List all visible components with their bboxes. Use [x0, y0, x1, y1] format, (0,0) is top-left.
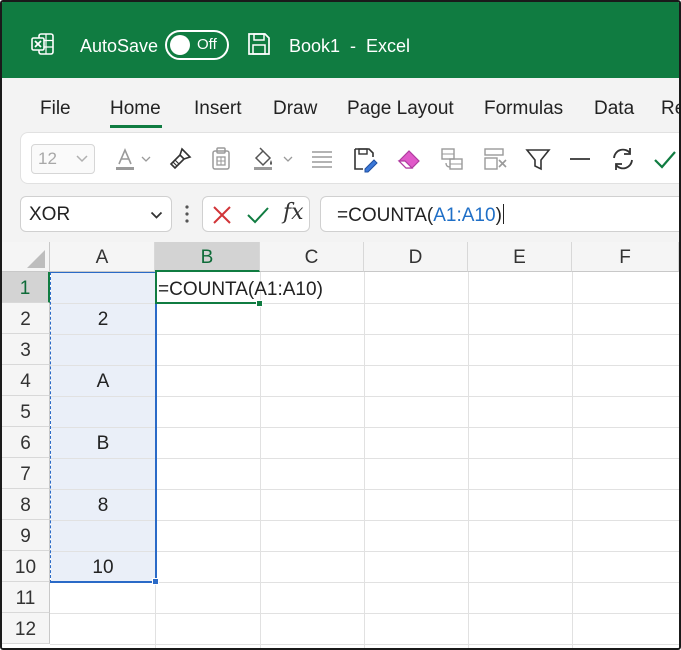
autosave-label: AutoSave [80, 36, 159, 56]
paste-values-icon[interactable] [207, 145, 235, 173]
gridline [572, 272, 573, 648]
document-title: Book1 - Excel [289, 36, 411, 56]
row-header-12[interactable]: 12 [2, 613, 50, 644]
menu-draw[interactable]: Draw [273, 98, 317, 120]
menu-review[interactable]: Re [661, 98, 679, 120]
row-header-5[interactable]: 5 [2, 396, 50, 427]
column-header-b[interactable]: B [155, 242, 260, 272]
worksheet-grid[interactable]: A B C D E F 1 2 3 4 5 6 7 8 9 10 11 12 2… [2, 242, 679, 648]
row-header-3[interactable]: 3 [2, 334, 50, 365]
autosave-state: Off [197, 36, 217, 53]
gridline [260, 272, 261, 648]
row-header-6[interactable]: 6 [2, 427, 50, 458]
ribbon-area: 12 [2, 128, 679, 190]
column-header-d[interactable]: D [364, 242, 468, 272]
title-bar: AutoSave Off Book1 - Excel [2, 2, 679, 78]
column-header-c[interactable]: C [260, 242, 364, 272]
autosave-toggle[interactable]: Off [165, 30, 229, 60]
delete-cells-icon[interactable] [481, 145, 509, 173]
menu-insert[interactable]: Insert [194, 98, 242, 120]
row-header-11[interactable]: 11 [2, 582, 50, 613]
menu-file[interactable]: File [40, 98, 71, 120]
column-header-a[interactable]: A [50, 242, 155, 272]
referenced-range-border [50, 272, 157, 583]
chevron-down-icon[interactable] [150, 210, 163, 220]
row-header-8[interactable]: 8 [2, 489, 50, 520]
name-box-value: XOR [29, 204, 71, 225]
refresh-icon[interactable] [609, 145, 637, 173]
row-header-2[interactable]: 2 [2, 303, 50, 334]
select-all-triangle-icon [27, 250, 45, 268]
clear-icon[interactable] [395, 145, 423, 173]
gridline [364, 272, 365, 648]
check-icon[interactable] [651, 145, 679, 173]
font-size-select[interactable]: 12 [31, 144, 95, 174]
filter-icon[interactable] [524, 145, 552, 173]
copy-format-icon[interactable] [438, 145, 466, 173]
line-icon[interactable] [566, 145, 594, 173]
formula-suffix: ) [495, 205, 502, 226]
row-header-1[interactable]: 1 [2, 272, 50, 303]
excel-logo-icon[interactable] [30, 31, 56, 57]
formula-reference: A1:A10 [433, 205, 496, 226]
format-cells-icon[interactable] [351, 145, 379, 173]
formula-prefix: =COUNTA( [337, 205, 434, 226]
row-header-7[interactable]: 7 [2, 458, 50, 489]
menu-home[interactable]: Home [110, 98, 161, 120]
menu-page-layout[interactable]: Page Layout [347, 98, 454, 120]
cancel-icon[interactable] [212, 205, 232, 225]
chevron-down-icon[interactable] [141, 155, 151, 163]
row-header-4[interactable]: 4 [2, 365, 50, 396]
range-resize-handle[interactable] [152, 578, 159, 585]
chevron-down-icon [76, 155, 88, 163]
select-all-button[interactable] [2, 242, 50, 272]
font-size-value: 12 [38, 149, 57, 168]
b1-formula-suffix: ) [316, 279, 323, 300]
column-header-f[interactable]: F [572, 242, 679, 272]
chevron-down-icon[interactable] [283, 155, 293, 163]
row-header-9[interactable]: 9 [2, 520, 50, 551]
align-icon[interactable] [308, 145, 336, 173]
cell-a12[interactable] [51, 613, 155, 644]
insert-function-icon[interactable]: fx [283, 200, 304, 225]
more-options-icon[interactable] [184, 203, 190, 225]
b1-formula-reference: A1:A10 [254, 279, 317, 300]
save-icon[interactable] [246, 31, 272, 57]
enter-icon[interactable] [246, 205, 270, 225]
menu-formulas[interactable]: Formulas [484, 98, 563, 120]
toggle-knob [170, 35, 190, 55]
format-painter-icon[interactable] [166, 145, 194, 173]
name-box[interactable]: XOR [20, 196, 172, 232]
gridline [468, 272, 469, 648]
formula-buttons: fx [202, 196, 310, 232]
column-header-e[interactable]: E [468, 242, 572, 272]
formula-input[interactable]: =COUNTA(A1:A10) [320, 196, 679, 232]
text-caret [502, 204, 504, 224]
formula-bar: XOR fx =COUNTA(A1:A10) [2, 190, 679, 242]
row-header-10[interactable]: 10 [2, 551, 50, 582]
ribbon-toolbar: 12 [20, 132, 679, 184]
excel-window: AutoSave Off Book1 - Excel File Home Ins… [0, 0, 681, 650]
font-color-icon[interactable] [111, 145, 139, 173]
cell-b1-formula[interactable]: =COUNTA(A1:A10) [158, 273, 323, 304]
cell-a11[interactable] [51, 582, 155, 613]
menu-bar: File Home Insert Draw Page Layout Formul… [2, 78, 679, 128]
b1-formula-prefix: =COUNTA( [158, 279, 255, 300]
menu-data[interactable]: Data [594, 98, 634, 120]
fill-color-icon[interactable] [249, 145, 277, 173]
